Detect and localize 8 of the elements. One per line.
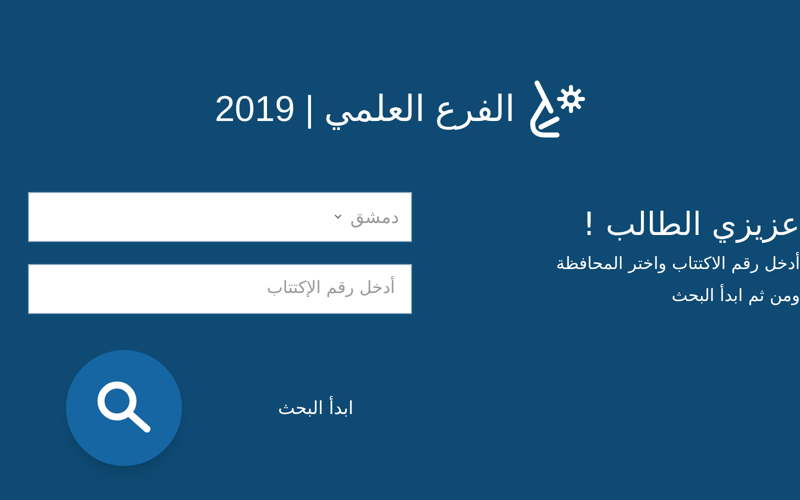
instruction-line: أدخل رقم الاكتتاب واختر المحافظة <box>556 251 800 276</box>
microscope-icon <box>527 79 586 139</box>
instruction-line: ومن ثم ابدأ البحث <box>672 283 800 308</box>
governorate-select[interactable]: دمشق <box>28 192 412 242</box>
exam-number-field[interactable]: أدخل رقم الإكتتاب <box>28 264 412 314</box>
chevron-down-icon <box>334 214 342 220</box>
search-label[interactable]: ابدأ البحث <box>278 394 354 422</box>
greeting-heading: عزيزي الطالب ! <box>582 204 800 245</box>
